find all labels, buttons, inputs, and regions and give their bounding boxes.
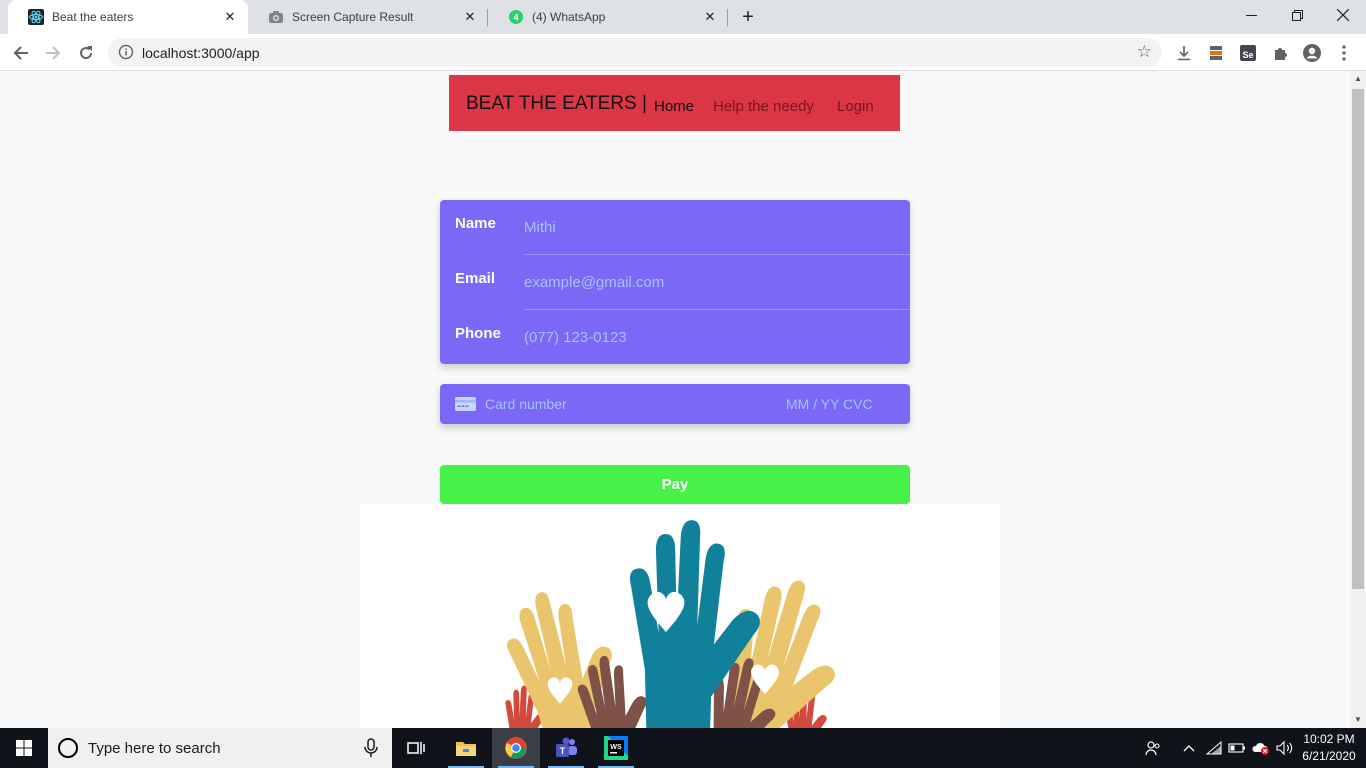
card-expiry-cvc-placeholder[interactable]: MM / YY CVC	[786, 396, 873, 412]
email-input[interactable]	[524, 271, 894, 293]
battery-icon[interactable]	[1226, 728, 1248, 768]
email-row: Email	[440, 255, 910, 310]
cortana-icon	[58, 738, 78, 758]
tab-title: Beat the eaters	[52, 10, 134, 24]
svg-text:Se: Se	[1242, 50, 1253, 60]
bookmark-star-icon[interactable]: ☆	[1137, 43, 1152, 61]
more-menu-icon[interactable]	[1331, 40, 1357, 66]
helping-hands-graphic	[495, 520, 856, 728]
taskbar-search-box[interactable]: Type here to search	[48, 728, 392, 768]
pay-button[interactable]: Pay	[440, 465, 910, 504]
search-placeholder: Type here to search	[88, 740, 221, 757]
tab-screen-capture[interactable]: Screen Capture Result ✕	[248, 0, 488, 34]
react-icon	[28, 9, 44, 25]
address-bar[interactable]: localhost:3000/app ☆	[108, 38, 1162, 67]
camera-icon	[268, 9, 284, 25]
restore-icon[interactable]	[1274, 0, 1320, 30]
close-tab-icon[interactable]: ✕	[700, 7, 720, 27]
reload-icon[interactable]	[73, 40, 99, 66]
info-icon[interactable]	[118, 44, 134, 60]
file-explorer-icon[interactable]	[442, 728, 490, 768]
phone-label: Phone	[455, 325, 501, 342]
windows-start-icon[interactable]	[0, 728, 48, 768]
show-hidden-icons-chevron-icon[interactable]	[1178, 728, 1200, 768]
nav-link-home[interactable]: Home	[654, 98, 694, 115]
windows-taskbar: Type here to search T WS 10:02 PM 6/21/2…	[0, 728, 1366, 768]
nav-link-login[interactable]: Login	[837, 98, 874, 115]
card-number-placeholder[interactable]: Card number	[485, 396, 567, 412]
scroll-down-arrow-icon[interactable]: ▼	[1350, 712, 1366, 728]
nav-link-help-the-needy[interactable]: Help the needy	[713, 98, 814, 115]
tab-strip: Beat the eaters ✕ Screen Capture Result …	[0, 0, 1366, 34]
name-row: Name	[440, 200, 910, 255]
clock-date: 6/21/2020	[1302, 749, 1356, 763]
phone-row: Phone	[440, 310, 910, 365]
close-tab-icon[interactable]: ✕	[220, 7, 240, 27]
profile-avatar-icon[interactable]	[1299, 40, 1325, 66]
task-view-icon[interactable]	[392, 728, 440, 768]
svg-text:4: 4	[513, 13, 518, 23]
svg-text:T: T	[560, 746, 566, 756]
phone-input[interactable]	[524, 326, 894, 348]
scrollbar-thumb[interactable]	[1352, 89, 1364, 589]
name-label: Name	[455, 215, 496, 232]
svg-text:WS: WS	[610, 744, 622, 751]
teams-icon[interactable]: T	[542, 728, 590, 768]
tab-divider	[727, 9, 728, 26]
puzzle-extensions-icon[interactable]	[1267, 40, 1293, 66]
site-navbar: BEAT THE EATERS | Home Help the needy Lo…	[449, 75, 900, 131]
close-tab-icon[interactable]: ✕	[460, 7, 480, 27]
webstorm-icon[interactable]: WS	[592, 728, 640, 768]
brand-title[interactable]: BEAT THE EATERS |	[466, 93, 647, 115]
forward-arrow-icon[interactable]	[40, 40, 66, 66]
email-label: Email	[455, 270, 496, 287]
browser-toolbar: localhost:3000/app ☆ Se	[0, 34, 1366, 71]
scroll-up-arrow-icon[interactable]: ▲	[1350, 71, 1366, 87]
tab-title: (4) WhatsApp	[532, 10, 606, 24]
tab-beat-the-eaters[interactable]: Beat the eaters ✕	[8, 0, 248, 34]
name-input[interactable]	[524, 216, 894, 238]
wifi-icon[interactable]	[1204, 728, 1224, 768]
close-window-icon[interactable]	[1320, 0, 1366, 30]
page-viewport: BEAT THE EATERS | Home Help the needy Lo…	[0, 71, 1350, 728]
page-scrollbar[interactable]: ▲ ▼	[1350, 71, 1366, 728]
url-text: localhost:3000/app	[142, 45, 260, 61]
chrome-taskbar-icon[interactable]	[492, 728, 540, 768]
billing-details-form: Name Email Phone	[440, 200, 910, 364]
people-icon[interactable]	[1140, 728, 1166, 768]
onedrive-error-icon[interactable]	[1250, 728, 1272, 768]
clock-time: 10:02 PM	[1303, 732, 1355, 746]
tab-whatsapp[interactable]: 4 (4) WhatsApp ✕	[488, 0, 728, 34]
card-element[interactable]: Card number MM / YY CVC	[440, 384, 910, 424]
volume-icon[interactable]	[1274, 728, 1296, 768]
whatsapp-icon: 4	[508, 9, 524, 25]
selenium-extension-icon[interactable]: Se	[1235, 40, 1261, 66]
new-tab-icon[interactable]: +	[736, 6, 760, 28]
minimize-icon[interactable]	[1228, 0, 1274, 30]
tab-title: Screen Capture Result	[292, 10, 414, 24]
extension-stack-icon[interactable]	[1203, 40, 1229, 66]
microphone-icon[interactable]	[362, 738, 380, 758]
system-clock[interactable]: 10:02 PM 6/21/2020	[1296, 731, 1362, 765]
download-icon[interactable]	[1171, 40, 1197, 66]
helping-hands-illustration	[360, 504, 1000, 728]
credit-card-icon	[455, 397, 476, 411]
back-arrow-icon[interactable]	[8, 40, 34, 66]
